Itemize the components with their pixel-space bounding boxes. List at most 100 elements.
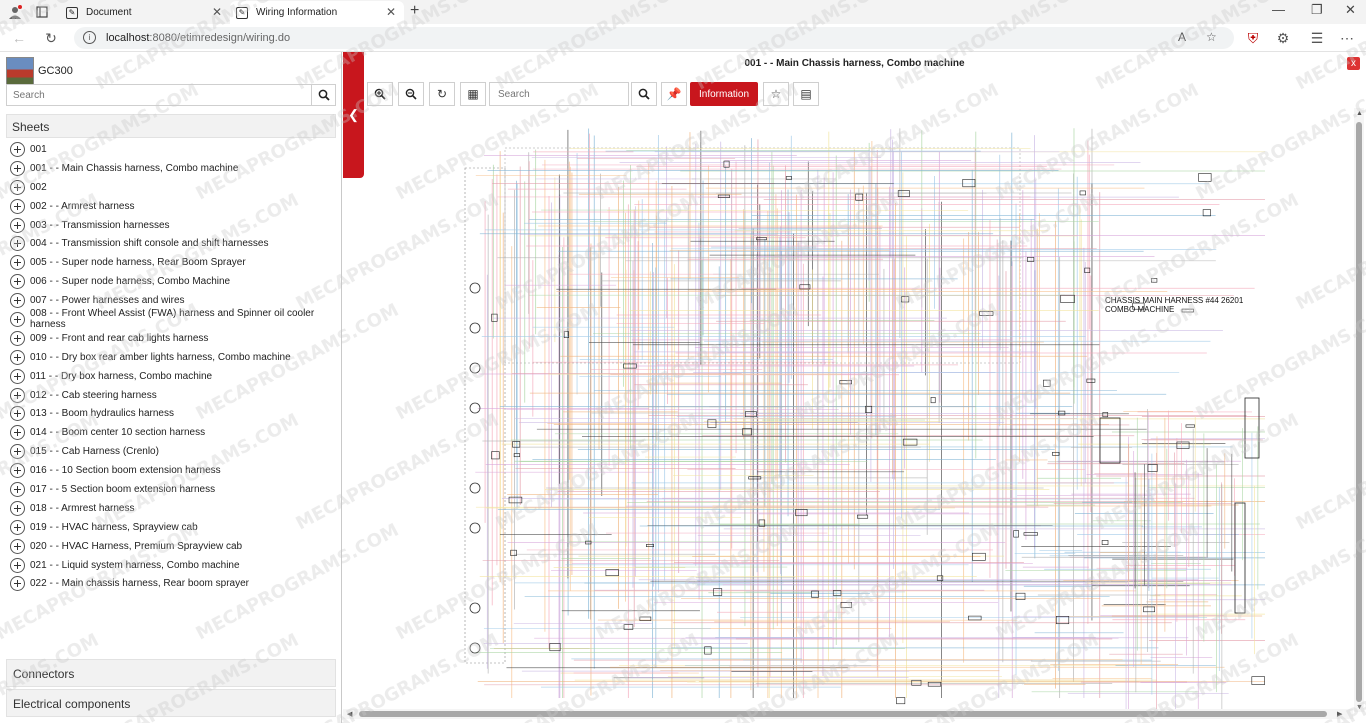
pin-button[interactable]: 📌 (661, 82, 687, 106)
close-diagram-button[interactable]: x (1347, 57, 1360, 70)
sheet-item[interactable]: 014 - - Boom center 10 section harness (6, 423, 336, 442)
sheet-item[interactable]: 002 - - Armrest harness (6, 197, 336, 216)
sheet-item[interactable]: 022 - - Main chassis harness, Rear boom … (6, 574, 336, 593)
expand-plus-icon[interactable] (10, 557, 25, 573)
extensions-puzzle-icon[interactable]: ⚙ (1274, 29, 1292, 47)
horizontal-scrollbar[interactable]: ◀ ▶ (343, 709, 1353, 719)
search-button[interactable] (311, 85, 335, 105)
sheet-item[interactable]: 016 - - 10 Section boom extension harnes… (6, 461, 336, 480)
expand-plus-icon[interactable] (10, 538, 25, 554)
expand-plus-icon[interactable] (10, 160, 25, 176)
tab-document[interactable]: ✎ Document ✕ (60, 1, 230, 24)
wiring-diagram-canvas[interactable]: CHASSIS MAIN HARNESS #44 26201 COMBO MAC… (365, 108, 1353, 710)
expand-plus-icon[interactable] (10, 217, 25, 233)
more-menu-icon[interactable]: ⋯ (1338, 29, 1356, 47)
sidebar-search-input[interactable] (7, 85, 313, 105)
sheet-item[interactable]: 019 - - HVAC harness, Sprayview cab (6, 518, 336, 537)
sheet-item[interactable]: 015 - - Cab Harness (Crenlo) (6, 442, 336, 461)
zoom-in-button[interactable] (367, 82, 393, 106)
expand-plus-icon[interactable] (10, 198, 25, 214)
restore-icon[interactable]: ❐ (1311, 2, 1323, 18)
electrical-components-section[interactable]: Electrical components (6, 689, 336, 717)
scroll-left-icon[interactable]: ◀ (347, 710, 352, 718)
sheet-item[interactable]: 021 - - Liquid system harness, Combo mac… (6, 556, 336, 575)
url-host: localhost (106, 32, 150, 44)
horizontal-scroll-thumb[interactable] (359, 711, 1327, 717)
zoom-out-button[interactable] (398, 82, 424, 106)
sheet-item[interactable]: 010 - - Dry box rear amber lights harnes… (6, 348, 336, 367)
tab-actions-icon[interactable] (33, 3, 51, 21)
sheet-item[interactable]: 007 - - Power harnesses and wires (6, 291, 336, 310)
expand-plus-icon[interactable] (10, 519, 25, 535)
extension-icon[interactable]: ⛨ (1244, 29, 1262, 47)
vertical-scrollbar[interactable]: ▲ ▼ (1354, 108, 1364, 712)
window-close-icon[interactable]: ✕ (1345, 2, 1356, 18)
sheet-item[interactable]: 009 - - Front and rear cab lights harnes… (6, 329, 336, 348)
sheet-item[interactable]: 004 - - Transmission shift console and s… (6, 234, 336, 253)
expand-plus-icon[interactable] (10, 274, 25, 290)
connectors-section[interactable]: Connectors (6, 659, 336, 687)
expand-plus-icon[interactable] (10, 576, 25, 592)
sheet-item[interactable]: 020 - - HVAC Harness, Premium Sprayview … (6, 537, 336, 556)
expand-plus-icon[interactable] (10, 311, 25, 327)
scroll-right-icon[interactable]: ▶ (1337, 710, 1342, 718)
url-text: localhost:8080/etimredesign/wiring.do (106, 32, 290, 44)
url-field[interactable]: i localhost:8080/etimredesign/wiring.do … (74, 27, 1234, 49)
expand-plus-icon[interactable] (10, 179, 25, 195)
read-aloud-icon[interactable]: A (1178, 30, 1186, 44)
profile-icon[interactable] (6, 3, 24, 21)
sheet-label: 005 - - Super node harness, Rear Boom Sp… (30, 257, 246, 269)
bookmark-button[interactable]: ☆ (763, 82, 789, 106)
sheet-item[interactable]: 003 - - Transmission harnesses (6, 216, 336, 235)
expand-plus-icon[interactable] (10, 444, 25, 460)
sheet-item[interactable]: 017 - - 5 Section boom extension harness (6, 480, 336, 499)
vertical-scroll-thumb[interactable] (1356, 122, 1362, 702)
sheet-item[interactable]: 006 - - Super node harness, Combo Machin… (6, 272, 336, 291)
sheet-item[interactable]: 002 (6, 178, 336, 197)
new-tab-button[interactable]: + (410, 2, 419, 20)
sheet-item[interactable]: 018 - - Armrest harness (6, 499, 336, 518)
grid-view-button[interactable]: ▦ (460, 82, 486, 106)
reset-view-button[interactable]: ↻ (429, 82, 455, 106)
expand-plus-icon[interactable] (10, 255, 25, 271)
scroll-down-icon[interactable]: ▼ (1356, 704, 1363, 711)
refresh-icon[interactable]: ↻ (42, 29, 60, 47)
document-button[interactable]: ▤ (793, 82, 819, 106)
diagram-search-input[interactable] (490, 83, 628, 105)
favorite-star-icon[interactable]: ☆ (1206, 30, 1217, 44)
diagram-search-button[interactable] (631, 82, 657, 106)
sheet-item[interactable]: 001 (6, 140, 336, 159)
sheet-item[interactable]: 008 - - Front Wheel Assist (FWA) harness… (6, 308, 336, 330)
expand-plus-icon[interactable] (10, 500, 25, 516)
close-tab-icon[interactable]: ✕ (386, 5, 396, 19)
close-tab-icon[interactable]: ✕ (212, 5, 222, 19)
wiring-diagram (464, 128, 1265, 710)
expand-plus-icon[interactable] (10, 463, 25, 479)
expand-plus-icon[interactable] (10, 141, 25, 157)
expand-plus-icon[interactable] (10, 349, 25, 365)
expand-plus-icon[interactable] (10, 368, 25, 384)
favorites-icon[interactable]: ☰ (1308, 29, 1326, 47)
sheet-label: 021 - - Liquid system harness, Combo mac… (30, 559, 240, 571)
information-button[interactable]: Information (690, 82, 758, 106)
expand-plus-icon[interactable] (10, 330, 25, 346)
sheet-item[interactable]: 013 - - Boom hydraulics harness (6, 404, 336, 423)
sheet-item[interactable]: 011 - - Dry box harness, Combo machine (6, 367, 336, 386)
minimize-icon[interactable]: — (1272, 2, 1285, 17)
scroll-up-icon[interactable]: ▲ (1356, 110, 1363, 117)
expand-plus-icon[interactable] (10, 236, 25, 252)
sheets-header[interactable]: Sheets (6, 114, 336, 138)
expand-plus-icon[interactable] (10, 425, 25, 441)
sheet-item[interactable]: 005 - - Super node harness, Rear Boom Sp… (6, 253, 336, 272)
site-info-icon[interactable]: i (83, 31, 96, 44)
expand-plus-icon[interactable] (10, 406, 25, 422)
expand-plus-icon[interactable] (10, 481, 25, 497)
sheet-item[interactable]: 012 - - Cab steering harness (6, 386, 336, 405)
back-arrow-icon[interactable]: ← (10, 29, 28, 47)
sheet-label: 014 - - Boom center 10 section harness (30, 427, 206, 439)
sheet-item[interactable]: 001 - - Main Chassis harness, Combo mach… (6, 159, 336, 178)
expand-plus-icon[interactable] (10, 387, 25, 403)
collapse-sidebar-button[interactable]: ❮ (343, 52, 364, 178)
tab-wiring-information[interactable]: ✎ Wiring Information ✕ (230, 1, 404, 24)
expand-plus-icon[interactable] (10, 293, 25, 309)
